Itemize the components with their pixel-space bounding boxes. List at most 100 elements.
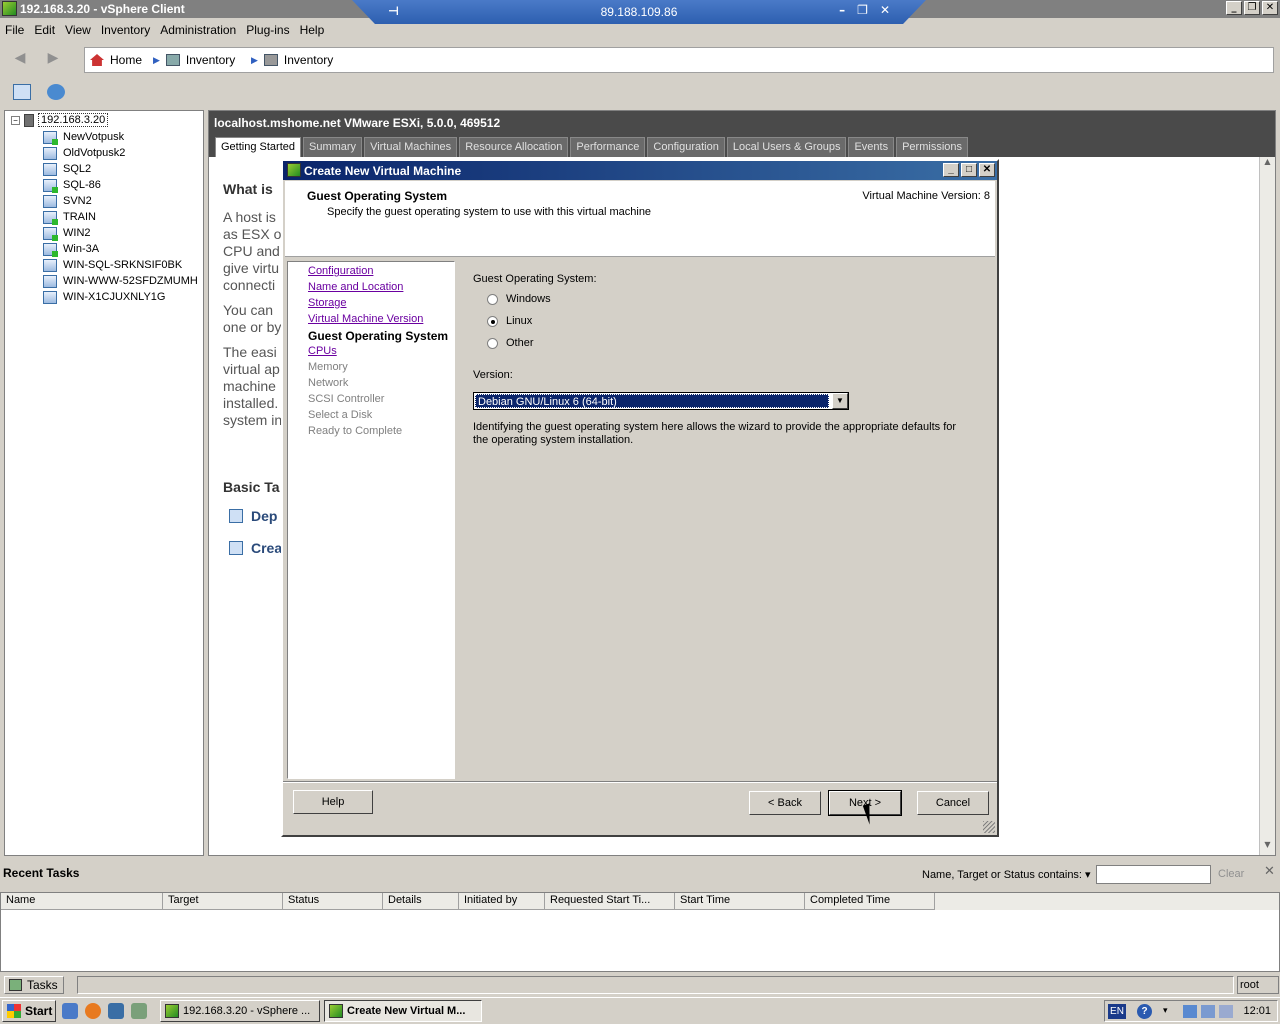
tree-vm-item[interactable]: WIN-WWW-52SFDZMUMH [43, 273, 198, 289]
filter-input[interactable] [1096, 865, 1211, 884]
wizard-step-storage[interactable]: Storage [308, 297, 347, 309]
tree-root-host[interactable]: − 192.168.3.20 [11, 113, 109, 127]
resize-grip[interactable] [983, 821, 995, 833]
scroll-up-icon[interactable]: ▲ [1260, 157, 1275, 172]
dropdown-arrow-icon[interactable]: ▼ [832, 393, 848, 409]
column-header[interactable]: Target [163, 893, 283, 910]
language-indicator[interactable]: EN [1108, 1004, 1126, 1019]
tab-resource-allocation[interactable]: Resource Allocation [459, 137, 569, 157]
os-radio-other[interactable]: Other [487, 337, 534, 349]
breadcrumb-home[interactable]: Home [90, 53, 142, 67]
help-button[interactable]: Help [293, 790, 373, 814]
dialog-maximize-button[interactable]: □ [961, 163, 977, 177]
filter-label[interactable]: Name, Target or Status contains: ▾ [922, 868, 1091, 881]
menu-view[interactable]: View [60, 22, 96, 40]
task-deploy[interactable]: Dep [229, 508, 277, 524]
taskbar-item-vsphere[interactable]: 192.168.3.20 - vSphere ... [160, 1000, 320, 1022]
forward-arrow-icon[interactable]: ▶ [42, 50, 64, 68]
network-icon-2[interactable] [1201, 1005, 1215, 1018]
menu-help[interactable]: Help [295, 22, 330, 40]
column-header[interactable]: Requested Start Ti... [545, 893, 675, 910]
tree-vm-item[interactable]: SVN2 [43, 193, 92, 209]
scroll-down-icon[interactable]: ▼ [1260, 840, 1275, 855]
version-select[interactable]: Debian GNU/Linux 6 (64-bit) ▼ [473, 392, 849, 410]
getting-started-line: CPU and [223, 243, 280, 259]
network-icon-3[interactable] [1219, 1005, 1233, 1018]
wizard-step-cpus[interactable]: CPUs [308, 345, 337, 357]
column-header[interactable]: Completed Time [805, 893, 935, 910]
dialog-divider [283, 781, 997, 783]
radio-button[interactable] [487, 337, 498, 349]
wizard-step-memory: Memory [308, 361, 348, 373]
explorer-icon[interactable] [108, 1003, 124, 1019]
show-desktop-icon[interactable] [62, 1003, 78, 1019]
collapse-icon[interactable]: − [11, 115, 20, 125]
column-header[interactable]: Name [1, 893, 163, 910]
radio-button[interactable] [487, 293, 498, 305]
tree-vm-item[interactable]: SQL-86 [43, 177, 101, 193]
help-icon[interactable]: ? [1137, 1004, 1152, 1019]
clear-filter-link[interactable]: Clear [1218, 868, 1244, 880]
clock[interactable]: 12:01 [1243, 1005, 1271, 1017]
back-button[interactable]: < Back [749, 791, 821, 815]
network-icon[interactable] [1183, 1005, 1197, 1018]
rdp-minimize-button[interactable]: – [839, 3, 845, 17]
menu-plugins[interactable]: Plug-ins [241, 22, 294, 40]
tab-permissions[interactable]: Permissions [896, 137, 968, 157]
tree-vm-item[interactable]: WIN2 [43, 225, 91, 241]
tree-vm-item[interactable]: OldVotpusk2 [43, 145, 125, 161]
firefox-icon[interactable] [85, 1003, 101, 1019]
tab-virtual-machines[interactable]: Virtual Machines [364, 137, 458, 157]
start-button[interactable]: Start [2, 1000, 56, 1022]
wizard-step-configuration[interactable]: Configuration [308, 265, 373, 277]
menu-administration[interactable]: Administration [155, 22, 241, 40]
menu-edit[interactable]: Edit [29, 22, 60, 40]
create-vm-task-icon [329, 1004, 343, 1018]
tree-vm-item[interactable]: SQL2 [43, 161, 91, 177]
column-header[interactable]: Status [283, 893, 383, 910]
close-panel-icon[interactable]: ✕ [1264, 864, 1275, 879]
column-header[interactable]: Start Time [675, 893, 805, 910]
tree-vm-item[interactable]: TRAIN [43, 209, 96, 225]
tree-vm-item[interactable]: WIN-X1CJUXNLY1G [43, 289, 165, 305]
cancel-button[interactable]: Cancel [917, 791, 989, 815]
tab-events[interactable]: Events [848, 137, 895, 157]
tab-summary[interactable]: Summary [303, 137, 363, 157]
tab-local-users-groups[interactable]: Local Users & Groups [726, 137, 847, 157]
tree-vm-item[interactable]: NewVotpusk [43, 129, 124, 145]
rdp-restore-button[interactable]: ❐ [857, 3, 868, 17]
wizard-step-virtual-machine-version[interactable]: Virtual Machine Version [308, 313, 423, 325]
restore-button[interactable]: ❐ [1244, 1, 1260, 15]
dialog-close-button[interactable]: ✕ [979, 163, 995, 177]
tab-performance[interactable]: Performance [570, 137, 646, 157]
column-header[interactable]: Details [383, 893, 459, 910]
vertical-scrollbar[interactable]: ▲ ▼ [1259, 157, 1275, 855]
tasks-icon [9, 979, 22, 991]
new-vm-icon[interactable] [13, 84, 31, 100]
tasks-button[interactable]: Tasks [4, 976, 64, 994]
tab-configuration[interactable]: Configuration [647, 137, 725, 157]
tab-getting-started[interactable]: Getting Started [215, 137, 301, 157]
windows-logo-icon [7, 1004, 21, 1018]
tree-vm-item[interactable]: Win-3A [43, 241, 99, 257]
menu-file[interactable]: File [0, 22, 29, 40]
task-create[interactable]: Crea [229, 540, 282, 556]
vsphere-quicklaunch-icon[interactable] [131, 1003, 147, 1019]
refresh-icon[interactable] [47, 84, 65, 100]
dialog-minimize-button[interactable]: _ [943, 163, 959, 177]
back-arrow-icon[interactable]: ◀ [9, 50, 31, 68]
rdp-close-button[interactable]: ✕ [880, 3, 890, 17]
breadcrumb-inventory-2[interactable]: ▶ Inventory [251, 53, 333, 67]
wizard-step-name-and-location[interactable]: Name and Location [308, 281, 403, 293]
close-button[interactable]: ✕ [1262, 1, 1278, 15]
os-radio-linux[interactable]: Linux [487, 315, 532, 327]
os-radio-windows[interactable]: Windows [487, 293, 551, 305]
taskbar-item-create-vm[interactable]: Create New Virtual M... [324, 1000, 482, 1022]
menu-inventory[interactable]: Inventory [96, 22, 155, 40]
minimize-button[interactable]: _ [1226, 1, 1242, 15]
column-header[interactable]: Initiated by [459, 893, 545, 910]
tree-vm-item[interactable]: WIN-SQL-SRKNSIF0BK [43, 257, 182, 273]
radio-button[interactable] [487, 315, 498, 327]
tray-expand-icon[interactable]: ▾ [1163, 1005, 1168, 1016]
breadcrumb-inventory-1[interactable]: ▶ Inventory [153, 53, 235, 67]
